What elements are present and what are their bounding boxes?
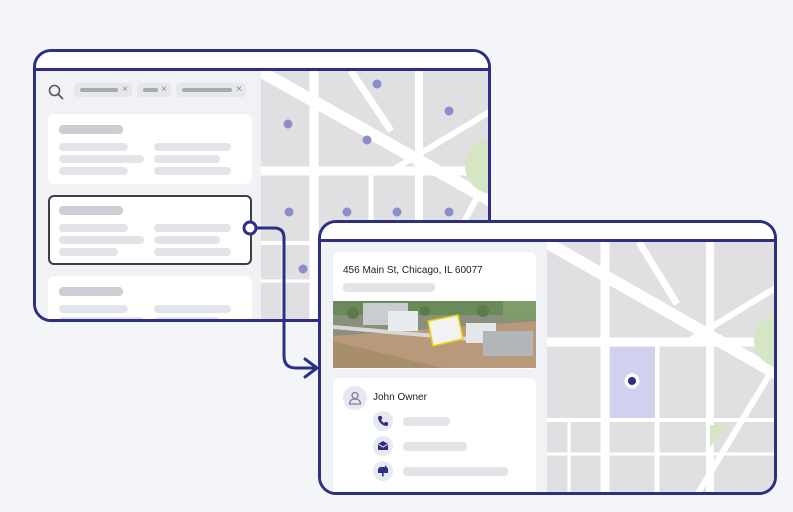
filter-chip[interactable]: × [176, 83, 246, 97]
map-marker [342, 207, 352, 217]
remove-filter-icon[interactable]: × [236, 83, 242, 97]
map-marker [392, 207, 402, 217]
property-detail-window: 456 Main St, Chicago, IL 60077 John Owne… [318, 220, 777, 495]
search-icon[interactable] [48, 84, 64, 105]
result-card[interactable] [48, 114, 252, 184]
results-panel: × × × [36, 71, 261, 319]
mailing-address-value [403, 467, 508, 476]
map-marker [444, 207, 454, 217]
detail-panel: 456 Main St, Chicago, IL 60077 John Owne… [321, 242, 547, 492]
property-address: 456 Main St, Chicago, IL 60077 [343, 265, 483, 276]
window-titlebar [321, 223, 774, 242]
filter-chip[interactable]: × [74, 83, 132, 97]
mail-icon[interactable] [373, 436, 393, 456]
window-titlebar [36, 52, 488, 71]
phone-value [403, 417, 450, 426]
owner-name: John Owner [373, 392, 427, 403]
result-card[interactable] [48, 276, 252, 319]
property-card: 456 Main St, Chicago, IL 60077 [333, 252, 536, 369]
map-marker [283, 119, 293, 129]
phone-icon[interactable] [373, 411, 393, 431]
remove-filter-icon[interactable]: × [122, 83, 128, 97]
mailbox-icon[interactable] [373, 461, 393, 481]
email-value [403, 442, 467, 451]
map-marker [284, 207, 294, 217]
map-marker [298, 264, 308, 274]
map-marker [444, 106, 454, 116]
remove-filter-icon[interactable]: × [161, 83, 167, 97]
map-marker [372, 79, 382, 89]
owner-card: John Owner [333, 378, 536, 492]
result-card-selected[interactable] [48, 195, 252, 265]
map-marker [362, 135, 372, 145]
aerial-photo [333, 301, 536, 368]
detail-map[interactable] [547, 242, 774, 492]
person-icon [343, 386, 367, 410]
filter-chip[interactable]: × [137, 83, 171, 97]
